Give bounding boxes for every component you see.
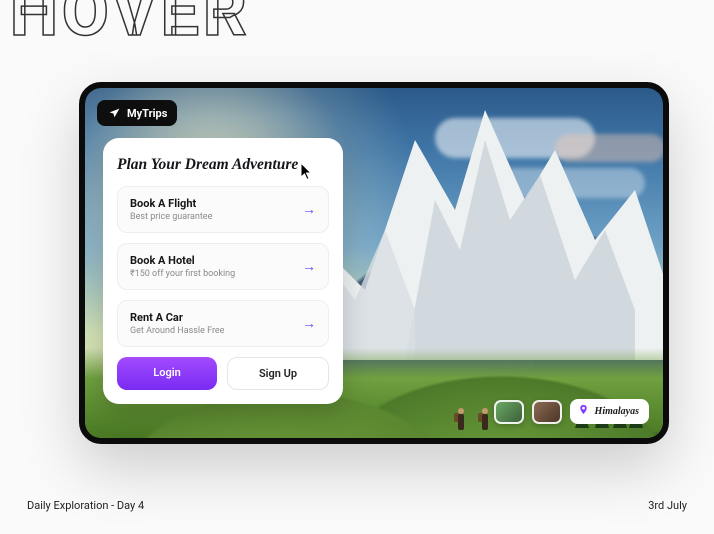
option-book-hotel[interactable]: Book A Hotel ₹150 off your first booking… bbox=[117, 243, 329, 290]
pin-icon bbox=[578, 404, 589, 419]
option-rent-car[interactable]: Rent A Car Get Around Hassle Free → bbox=[117, 300, 329, 347]
location-chip-active[interactable]: Himalayas bbox=[570, 399, 649, 424]
brand-badge[interactable]: MyTrips bbox=[97, 100, 177, 126]
page-footer: Daily Exploration - Day 4 3rd July bbox=[27, 499, 687, 512]
brand-name: MyTrips bbox=[127, 107, 167, 120]
device-frame: MyTrips Plan Your Dream Adventure Book A… bbox=[79, 82, 669, 444]
hiker-figure bbox=[455, 404, 467, 430]
arrow-right-icon: → bbox=[302, 258, 316, 275]
footer-left: Daily Exploration - Day 4 bbox=[27, 499, 144, 512]
location-chips: Himalayas bbox=[494, 399, 649, 424]
option-subtitle: Get Around Hassle Free bbox=[130, 326, 224, 336]
option-title: Book A Flight bbox=[130, 197, 212, 210]
option-title: Book A Hotel bbox=[130, 254, 235, 267]
plan-panel: Plan Your Dream Adventure Book A Flight … bbox=[103, 138, 343, 404]
login-button[interactable]: Login bbox=[117, 357, 217, 390]
hiker-figure bbox=[479, 404, 491, 430]
background-title: HOVER bbox=[10, 0, 251, 52]
footer-right: 3rd July bbox=[648, 499, 687, 512]
option-title: Rent A Car bbox=[130, 311, 224, 324]
option-subtitle: Best price guarantee bbox=[130, 212, 212, 222]
option-book-flight[interactable]: Book A Flight Best price guarantee → bbox=[117, 186, 329, 233]
location-thumbnail[interactable] bbox=[532, 400, 562, 424]
option-subtitle: ₹150 off your first booking bbox=[130, 269, 235, 279]
panel-heading: Plan Your Dream Adventure bbox=[117, 156, 329, 174]
location-label: Himalayas bbox=[595, 406, 639, 417]
signup-button[interactable]: Sign Up bbox=[227, 357, 329, 390]
arrow-right-icon: → bbox=[302, 315, 316, 332]
location-thumbnail[interactable] bbox=[494, 400, 524, 424]
arrow-right-icon: → bbox=[302, 201, 316, 218]
plane-icon bbox=[107, 106, 121, 120]
